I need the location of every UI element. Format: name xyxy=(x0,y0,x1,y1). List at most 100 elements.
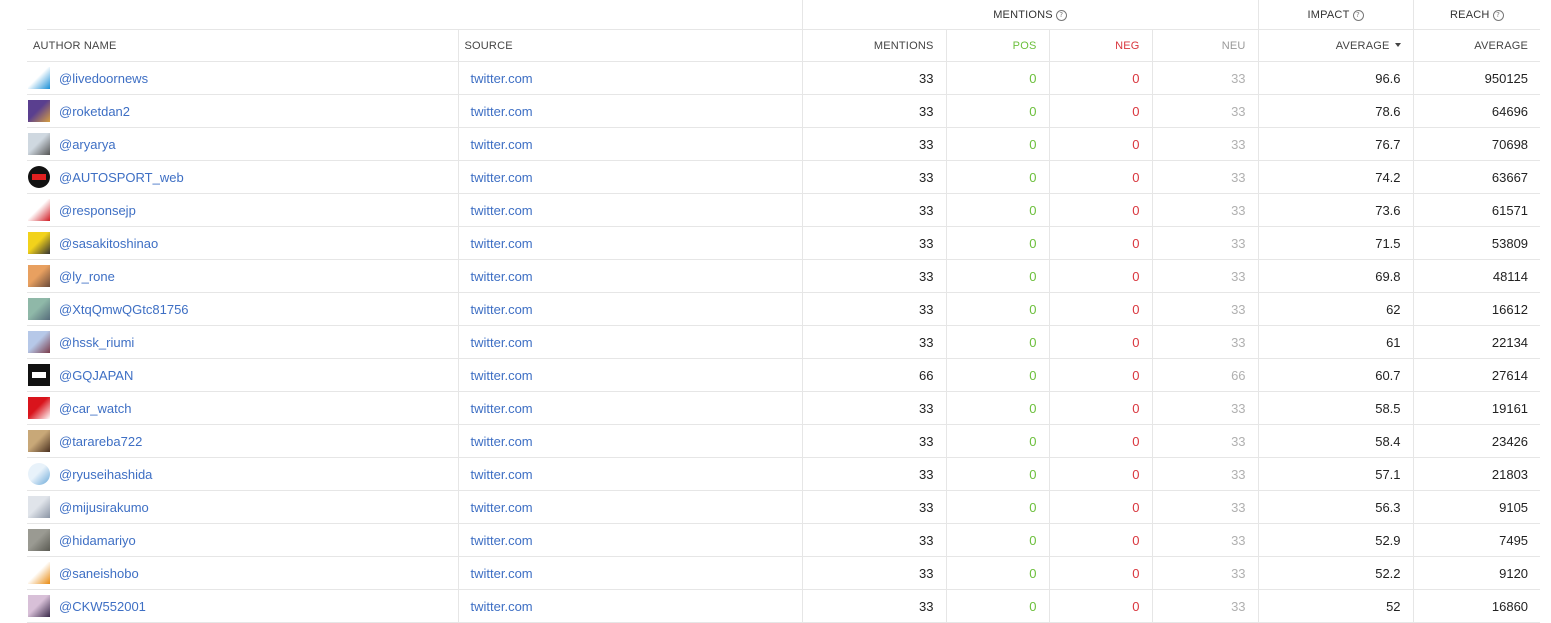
avatar[interactable] xyxy=(28,199,50,221)
author-handle-link[interactable]: @GQJAPAN xyxy=(59,368,133,383)
author-handle-link[interactable]: @ryuseihashida xyxy=(59,467,152,482)
source-link[interactable]: twitter.com xyxy=(471,269,533,284)
mentions-column-header[interactable]: MENTIONS xyxy=(801,29,946,62)
pos-column-header[interactable]: POS xyxy=(945,29,1049,62)
author-cell-content: @roketdan2 xyxy=(27,100,458,122)
source-link[interactable]: twitter.com xyxy=(471,566,533,581)
author-handle-link[interactable]: @ly_rone xyxy=(59,269,115,284)
author-handle-link[interactable]: @tarareba722 xyxy=(59,434,142,449)
source-link[interactable]: twitter.com xyxy=(471,401,533,416)
source-cell: twitter.com xyxy=(457,292,802,326)
reach-average-cell: 63667 xyxy=(1412,160,1541,194)
column-header-row: AUTHOR NAME SOURCE MENTIONS POS NEG NEU … xyxy=(27,29,1541,62)
avatar[interactable] xyxy=(28,166,50,188)
author-cell: @responsejp xyxy=(27,193,458,227)
avatar[interactable] xyxy=(28,397,50,419)
pos-cell: 0 xyxy=(945,127,1049,161)
reach-average-column-header[interactable]: AVERAGE xyxy=(1412,29,1541,62)
source-link[interactable]: twitter.com xyxy=(471,335,533,350)
reach-average-cell: 61571 xyxy=(1412,193,1541,227)
source-cell: twitter.com xyxy=(457,325,802,359)
avatar[interactable] xyxy=(28,364,50,386)
source-link[interactable]: twitter.com xyxy=(471,203,533,218)
avatar[interactable] xyxy=(28,430,50,452)
author-handle-link[interactable]: @car_watch xyxy=(59,401,131,416)
author-handle-link[interactable]: @mijusirakumo xyxy=(59,500,149,515)
neu-cell: 33 xyxy=(1151,127,1259,161)
avatar[interactable] xyxy=(28,265,50,287)
avatar[interactable] xyxy=(28,463,50,485)
author-handle-link[interactable]: @CKW552001 xyxy=(59,599,146,614)
author-cell: @sasakitoshinao xyxy=(27,226,458,260)
neg-column-header[interactable]: NEG xyxy=(1048,29,1152,62)
avatar[interactable] xyxy=(28,67,50,89)
avatar[interactable] xyxy=(28,331,50,353)
mentions-cell: 33 xyxy=(801,127,946,161)
author-handle-link[interactable]: @roketdan2 xyxy=(59,104,130,119)
neg-cell: 0 xyxy=(1048,424,1152,458)
source-link[interactable]: twitter.com xyxy=(471,137,533,152)
avatar[interactable] xyxy=(28,100,50,122)
table-row: @sasakitoshinao twitter.com 33 0 0 33 71.5 5380… xyxy=(27,226,1541,260)
reach-average-cell: 21803 xyxy=(1412,457,1541,491)
author-cell-content: @mijusirakumo xyxy=(27,496,458,518)
neu-cell: 33 xyxy=(1151,94,1259,128)
avatar[interactable] xyxy=(28,529,50,551)
author-handle-link[interactable]: @hidamariyo xyxy=(59,533,136,548)
author-cell: @livedoornews xyxy=(27,61,458,95)
help-icon[interactable]: ? xyxy=(1352,9,1364,21)
avatar[interactable] xyxy=(28,562,50,584)
reach-average-cell: 19161 xyxy=(1412,391,1541,425)
mentions-cell: 33 xyxy=(801,226,946,260)
avatar[interactable] xyxy=(28,595,50,617)
avatar[interactable] xyxy=(28,133,50,155)
impact-average-cell: 52.2 xyxy=(1257,556,1414,590)
help-icon[interactable]: ? xyxy=(1492,9,1504,21)
author-handle-link[interactable]: @XtqQmwQGtc81756 xyxy=(59,302,189,317)
source-link[interactable]: twitter.com xyxy=(471,434,533,449)
source-link[interactable]: twitter.com xyxy=(471,170,533,185)
source-link[interactable]: twitter.com xyxy=(471,71,533,86)
author-handle-link[interactable]: @responsejp xyxy=(59,203,136,218)
author-name-column-header[interactable]: AUTHOR NAME xyxy=(27,29,458,62)
pos-cell: 0 xyxy=(945,424,1049,458)
reach-average-cell: 22134 xyxy=(1412,325,1541,359)
table-row: @saneishobo twitter.com 33 0 0 33 52.2 9120 xyxy=(27,556,1541,590)
mentions-cell: 33 xyxy=(801,193,946,227)
source-link[interactable]: twitter.com xyxy=(471,236,533,251)
avatar[interactable] xyxy=(28,298,50,320)
neg-cell: 0 xyxy=(1048,226,1152,260)
source-link[interactable]: twitter.com xyxy=(471,368,533,383)
source-link[interactable]: twitter.com xyxy=(471,533,533,548)
source-link[interactable]: twitter.com xyxy=(471,302,533,317)
neg-cell: 0 xyxy=(1048,94,1152,128)
neu-column-header[interactable]: NEU xyxy=(1151,29,1259,62)
table-row: @hidamariyo twitter.com 33 0 0 33 52.9 7495 xyxy=(27,523,1541,557)
author-handle-link[interactable]: @AUTOSPORT_web xyxy=(59,170,184,185)
source-link[interactable]: twitter.com xyxy=(471,467,533,482)
author-handle-link[interactable]: @sasakitoshinao xyxy=(59,236,158,251)
sort-descending-icon[interactable] xyxy=(1394,42,1401,47)
source-column-header[interactable]: SOURCE xyxy=(457,29,802,62)
neu-cell: 33 xyxy=(1151,589,1259,623)
table-row: @car_watch twitter.com 33 0 0 33 58.5 19161 xyxy=(27,391,1541,425)
avatar[interactable] xyxy=(28,496,50,518)
impact-average-column-header[interactable]: AVERAGE xyxy=(1257,29,1414,62)
neu-cell: 33 xyxy=(1151,391,1259,425)
neg-cell: 0 xyxy=(1048,127,1152,161)
source-link[interactable]: twitter.com xyxy=(471,500,533,515)
source-cell: twitter.com xyxy=(457,457,802,491)
source-link[interactable]: twitter.com xyxy=(471,104,533,119)
pos-cell: 0 xyxy=(945,94,1049,128)
impact-average-cell: 52 xyxy=(1257,589,1414,623)
author-handle-link[interactable]: @livedoornews xyxy=(59,71,148,86)
help-icon[interactable]: ? xyxy=(1055,9,1067,21)
author-handle-link[interactable]: @saneishobo xyxy=(59,566,139,581)
author-handle-link[interactable]: @hssk_riumi xyxy=(59,335,134,350)
author-handle-link[interactable]: @aryarya xyxy=(59,137,116,152)
source-link[interactable]: twitter.com xyxy=(471,599,533,614)
impact-average-cell: 58.4 xyxy=(1257,424,1414,458)
table-row: @XtqQmwQGtc81756 twitter.com 33 0 0 33 62 16612 xyxy=(27,292,1541,326)
source-cell: twitter.com xyxy=(457,589,802,623)
avatar[interactable] xyxy=(28,232,50,254)
